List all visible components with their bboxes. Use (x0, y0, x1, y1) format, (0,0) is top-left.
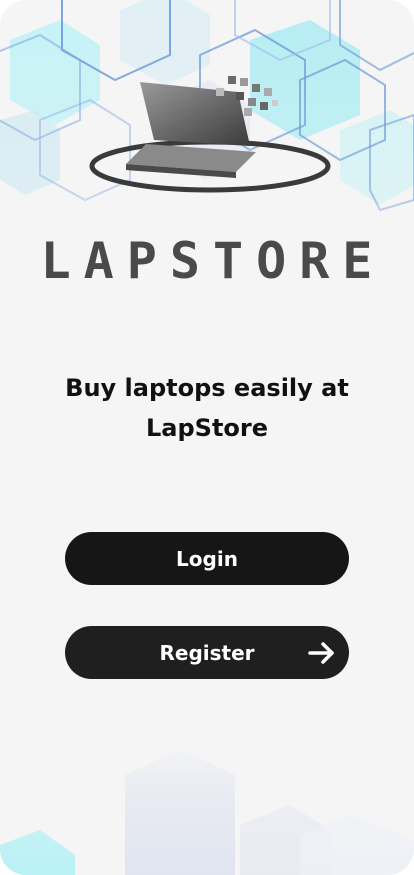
tagline: Buy laptops easily at LapStore (65, 374, 349, 442)
register-button[interactable]: Register (65, 626, 349, 679)
hexagon-background-bottom (0, 735, 414, 875)
login-button[interactable]: Login (65, 532, 349, 585)
app-screen: LAPSTORE Buy laptops easily at LapStore … (0, 0, 414, 875)
brand-wordmark: LAPSTORE (40, 232, 386, 290)
laptop-logo-icon (89, 76, 331, 193)
arrow-right-icon (308, 642, 334, 664)
register-button-label: Register (159, 640, 255, 665)
login-button-label: Login (176, 546, 238, 571)
